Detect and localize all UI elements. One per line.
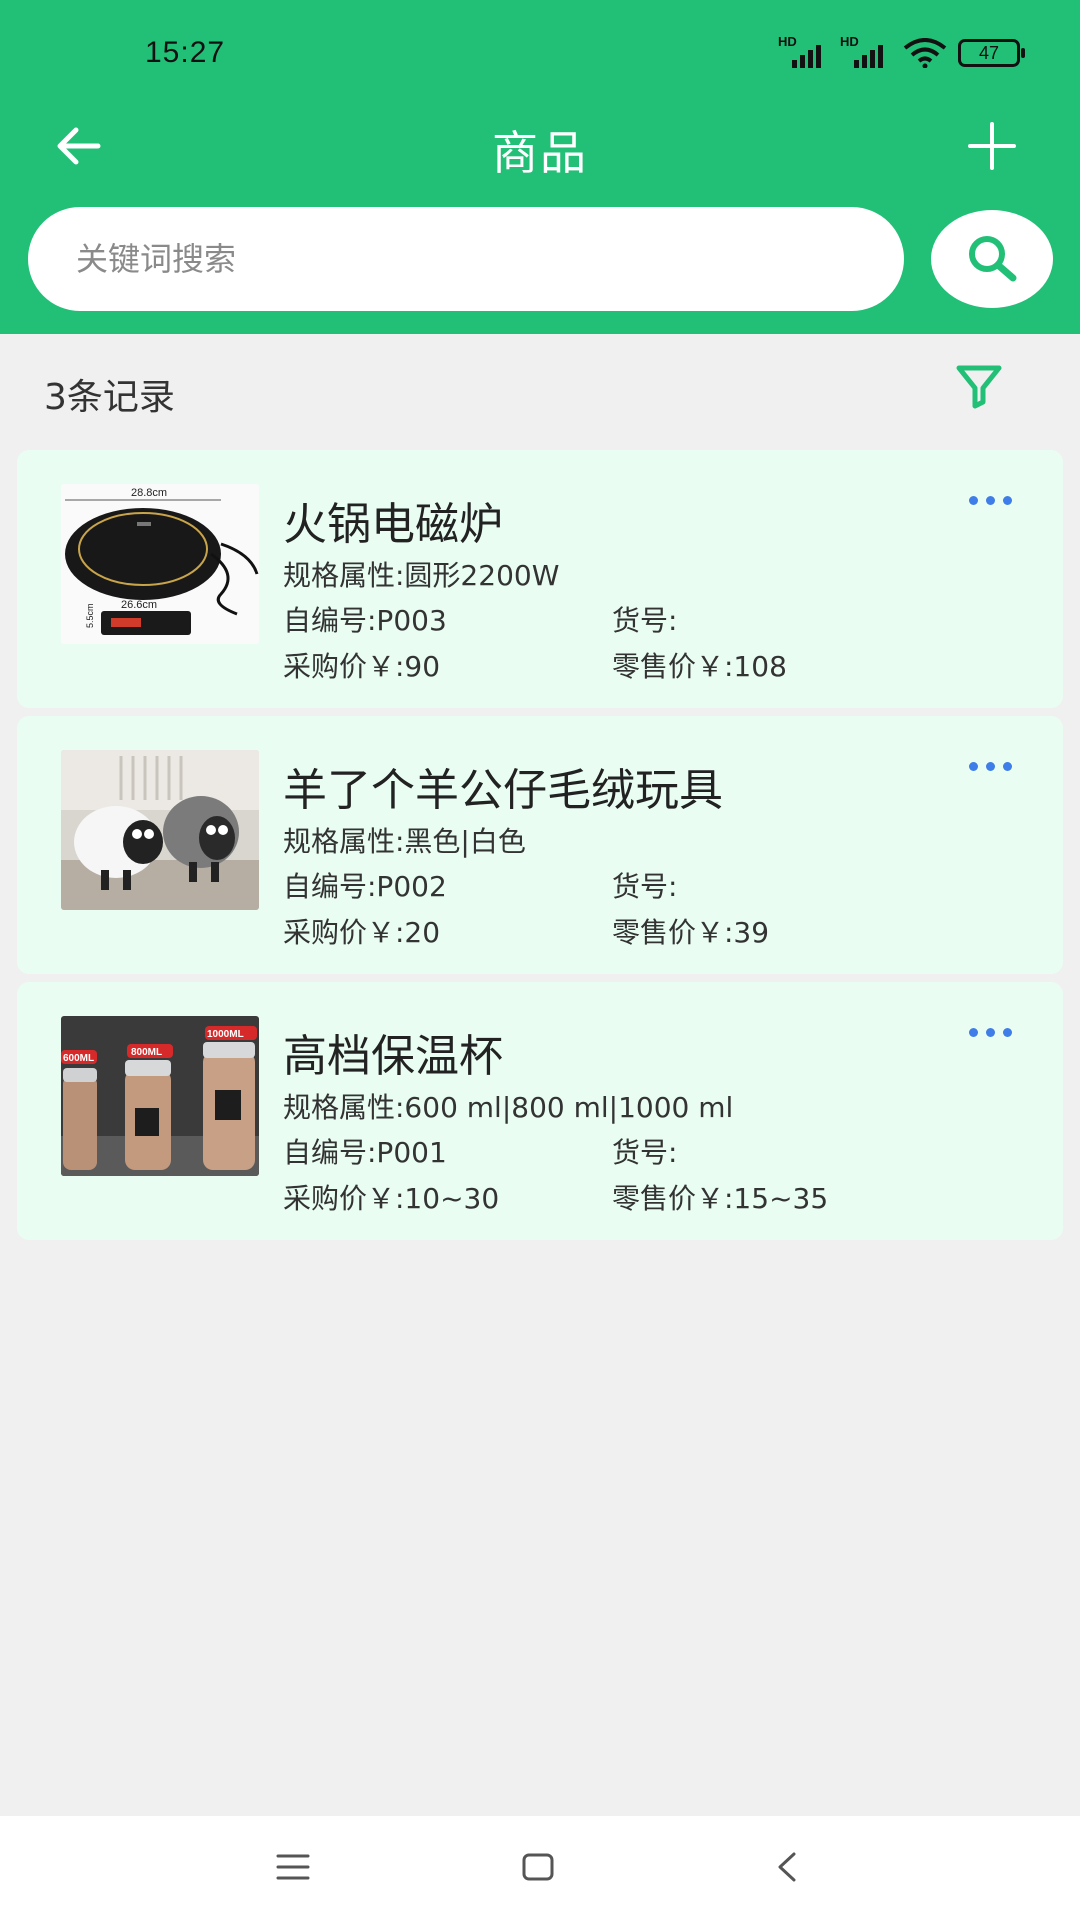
purchase-price: 采购价￥:90 [283, 650, 441, 683]
product-name: 高档保温杯 [283, 1031, 503, 1082]
sheep-plush-image [61, 750, 259, 910]
image-label-c: 1000ML [207, 1029, 244, 1040]
more-icon[interactable] [969, 756, 1021, 776]
page-title: 商品 [492, 126, 588, 180]
product-code: 自编号:P001 [283, 1136, 447, 1169]
purchase-price: 采购价￥:20 [283, 916, 441, 949]
more-icon[interactable] [969, 490, 1021, 510]
record-count: 3条记录 [44, 377, 175, 418]
filter-icon[interactable] [955, 364, 1003, 410]
more-icon[interactable] [969, 1022, 1021, 1042]
search-button[interactable] [931, 210, 1053, 308]
product-goods-no: 货号: [612, 870, 678, 903]
search-icon [969, 236, 1017, 282]
product-card[interactable]: 28.8cm 26.6cm 5.5cm 火锅电磁炉 规格属性:圆形2200W 自… [17, 450, 1063, 708]
retail-price: 零售价￥:15~35 [612, 1182, 829, 1215]
product-image-induction-cooker: 28.8cm 26.6cm 5.5cm [61, 484, 259, 644]
status-icons: HD HD 47 [778, 34, 1025, 68]
retail-price: 零售价￥:39 [612, 916, 770, 949]
battery-icon: 47 [958, 39, 1025, 67]
product-image-thermos: 600ML 800ML 1000ML [61, 1016, 259, 1176]
nav-back-icon[interactable] [770, 1850, 804, 1884]
product-card[interactable]: 600ML 800ML 1000ML 高档保温杯 规格属性:600 ml|800… [17, 982, 1063, 1240]
product-name: 火锅电磁炉 [283, 499, 503, 550]
image-label-b: 800ML [131, 1047, 162, 1058]
menu-icon[interactable] [276, 1852, 310, 1882]
home-icon[interactable] [521, 1852, 555, 1882]
product-code: 自编号:P003 [283, 604, 447, 637]
wifi-icon [903, 38, 947, 68]
retail-price: 零售价￥:108 [612, 650, 787, 683]
app-header: 15:27 HD HD 47 商品 [0, 0, 1080, 334]
induction-cooker-image: 28.8cm 26.6cm 5.5cm [61, 484, 259, 644]
search-input[interactable] [74, 239, 904, 279]
image-dim-mid: 26.6cm [121, 599, 157, 611]
battery-level: 47 [978, 42, 1000, 63]
plus-icon[interactable] [964, 118, 1020, 174]
purchase-price: 采购价￥:10~30 [283, 1182, 500, 1215]
signal-icon-2: HD [840, 34, 892, 68]
product-name: 羊了个羊公仔毛绒玩具 [283, 765, 723, 816]
image-label-a: 600ML [63, 1053, 94, 1064]
product-card[interactable]: 羊了个羊公仔毛绒玩具 规格属性:黑色|白色 自编号:P002 货号: 采购价￥:… [17, 716, 1063, 974]
product-code: 自编号:P002 [283, 870, 447, 903]
image-dim-top: 28.8cm [131, 487, 167, 499]
product-goods-no: 货号: [612, 604, 678, 637]
signal-icon: HD [778, 34, 830, 68]
product-goods-no: 货号: [612, 1136, 678, 1169]
status-time: 15:27 [145, 36, 226, 69]
product-image-sheep-plush [61, 750, 259, 910]
product-spec: 规格属性:黑色|白色 [283, 825, 526, 858]
search-bar [28, 207, 904, 311]
thermos-image: 600ML 800ML 1000ML [61, 1016, 259, 1176]
product-spec: 规格属性:圆形2200W [283, 559, 560, 592]
image-dim-side: 5.5cm [85, 603, 95, 628]
product-spec: 规格属性:600 ml|800 ml|1000 ml [283, 1091, 734, 1124]
